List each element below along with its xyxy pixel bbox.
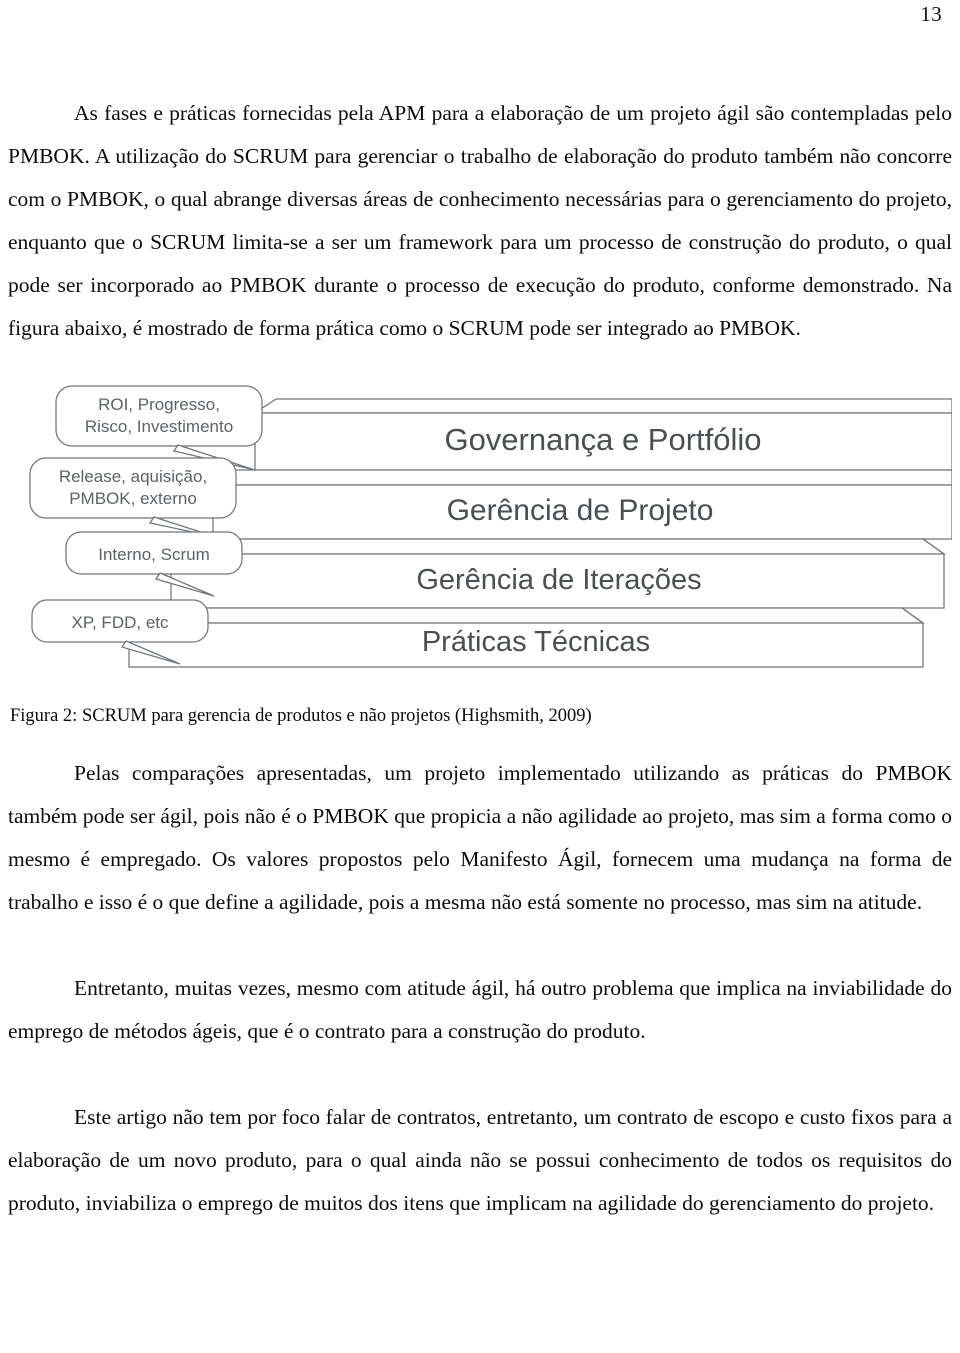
step-label-1: Governança e Portfólio bbox=[444, 422, 761, 457]
spacer-after-caption bbox=[8, 728, 952, 752]
step-label-3: Gerência de Iterações bbox=[416, 564, 701, 596]
figure-svg: Governança e Portfólio Gerência de Proje… bbox=[29, 385, 952, 668]
callout-label-2-line1: Release, aquisição, bbox=[59, 467, 207, 486]
document-page: 13 As fases e práticas fornecidas pela A… bbox=[0, 0, 960, 1353]
step-label-2: Gerência de Projeto bbox=[447, 494, 714, 527]
callout-label-2-line2: PMBOK, externo bbox=[69, 489, 197, 508]
paragraph-4: Este artigo não tem por foco falar de co… bbox=[8, 1105, 952, 1215]
page-number: 13 bbox=[920, 2, 942, 26]
callout-label-4-line1: XP, FDD, etc bbox=[72, 613, 169, 632]
paragraph-1: As fases e práticas fornecidas pela APM … bbox=[8, 101, 952, 340]
spacer-p2-p3 bbox=[8, 924, 952, 967]
callout-label-1-line2: Risco, Investimento bbox=[85, 417, 233, 436]
paragraph-3: Entretanto, muitas vezes, mesmo com atit… bbox=[8, 976, 952, 1043]
spacer-before-figure bbox=[8, 350, 952, 374]
step-label-4: Práticas Técnicas bbox=[422, 626, 650, 658]
page-content: As fases e práticas fornecidas pela APM … bbox=[8, 92, 952, 1225]
spacer-p3-p4 bbox=[8, 1053, 952, 1096]
callout-label-1-line1: ROI, Progresso, bbox=[98, 395, 220, 414]
paragraph-2: Pelas comparações apresentadas, um proje… bbox=[8, 761, 952, 914]
figure-caption: Figura 2: SCRUM para gerencia de produto… bbox=[10, 706, 592, 726]
figure-scrum-pyramid: Governança e Portfólio Gerência de Proje… bbox=[8, 374, 960, 704]
callout-label-3-line1: Interno, Scrum bbox=[98, 545, 210, 564]
